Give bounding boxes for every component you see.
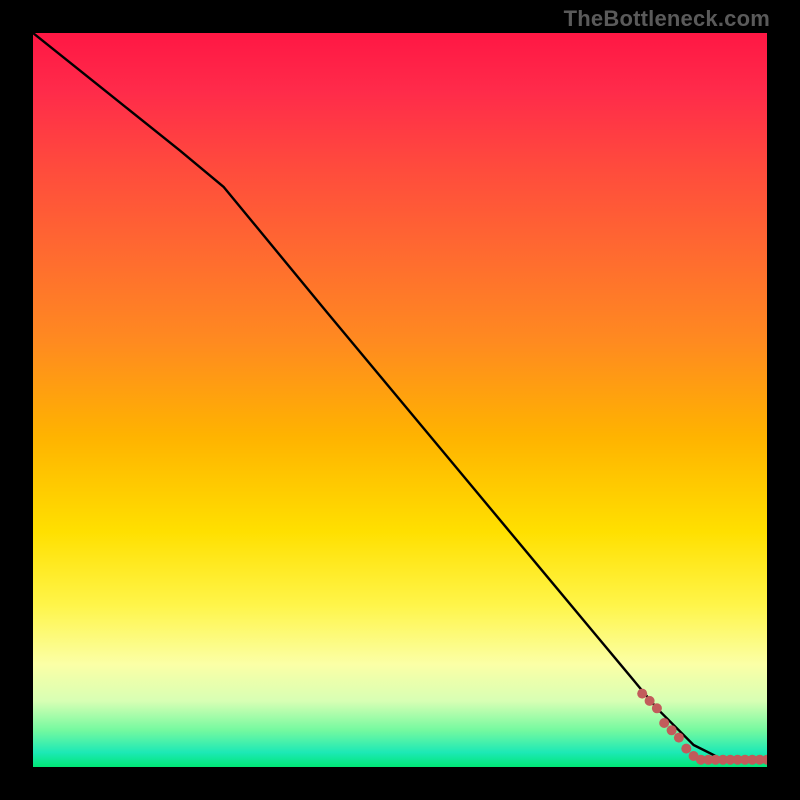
chart-canvas: TheBottleneck.com — [0, 0, 800, 800]
plot-area — [33, 33, 767, 767]
watermark-text: TheBottleneck.com — [564, 6, 770, 32]
